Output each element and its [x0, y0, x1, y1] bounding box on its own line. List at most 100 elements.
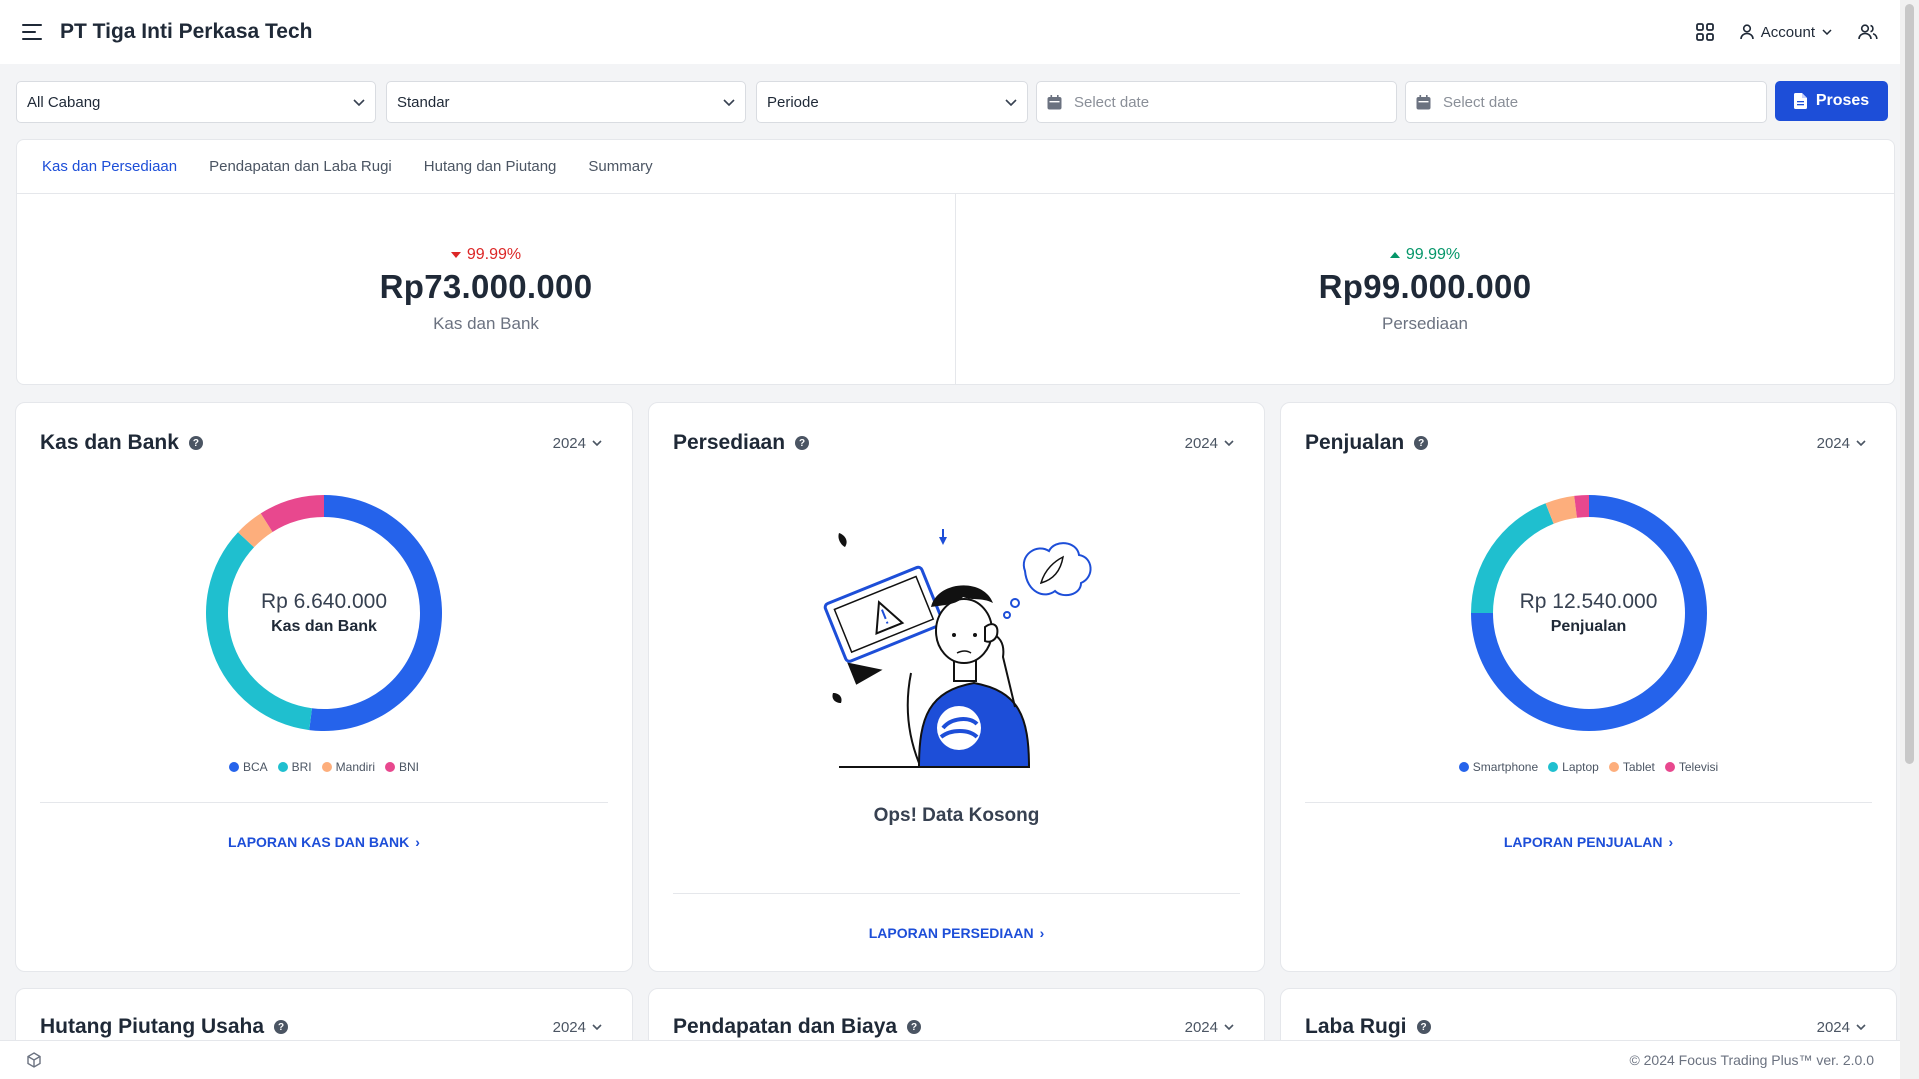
year-select[interactable]: 2024	[553, 435, 602, 452]
report-link-label: LAPORAN PERSEDIAAN	[868, 925, 1034, 941]
help-icon[interactable]: ?	[795, 436, 810, 450]
legend-item-tablet[interactable]: Tablet	[1608, 760, 1655, 774]
branch-select-value: All Cabang	[27, 93, 101, 111]
divider	[673, 893, 1240, 894]
card-title: Penjualan	[1305, 431, 1405, 454]
company-name: PT Tiga Inti Perkasa Tech	[60, 20, 313, 43]
legend-item-smartphone[interactable]: Smartphone	[1458, 760, 1538, 774]
legend-item-laptop[interactable]: Laptop	[1548, 760, 1599, 774]
report-link-label: LAPORAN PENJUALAN	[1503, 834, 1663, 850]
legend-dot	[1664, 762, 1675, 772]
tab-kas-persediaan[interactable]: Kas dan Persediaan	[42, 158, 177, 175]
donut-amount: Rp 6.640.000	[260, 590, 388, 613]
year-value: 2024	[1816, 434, 1850, 452]
report-link-penjualan[interactable]: LAPORAN PENJUALAN ›	[1281, 834, 1896, 850]
year-select[interactable]: 2024	[1817, 435, 1866, 452]
caret-up-icon	[1389, 251, 1400, 258]
period-select-value: Periode	[767, 93, 819, 111]
chevron-right-icon: ›	[415, 834, 420, 850]
chevron-right-icon: ›	[1039, 925, 1045, 941]
legend-label: BCA	[242, 760, 268, 774]
chevron-down-icon	[592, 1024, 602, 1030]
tab-hutang-piutang[interactable]: Hutang dan Piutang	[424, 158, 557, 175]
document-icon	[1793, 93, 1807, 109]
year-value: 2024	[552, 1018, 586, 1036]
tab-bar: Kas dan Persediaan Pendapatan dan Laba R…	[17, 140, 1894, 194]
chevron-down-icon	[1856, 440, 1866, 446]
year-select[interactable]: 2024	[1817, 1019, 1866, 1036]
year-value: 2024	[1184, 1018, 1218, 1036]
report-link-kas-bank[interactable]: LAPORAN KAS DAN BANK ›	[16, 834, 632, 850]
year-select[interactable]: 2024	[1185, 1019, 1234, 1036]
end-date-placeholder: Select date	[1443, 93, 1519, 111]
legend-dot	[277, 762, 288, 772]
divider	[1305, 802, 1872, 803]
legend-dot	[1458, 762, 1469, 772]
year-value: 2024	[1816, 1018, 1850, 1036]
tab-summary[interactable]: Summary	[588, 158, 652, 175]
mode-select-value: Standar	[397, 93, 450, 111]
cube-icon[interactable]	[26, 1052, 42, 1068]
tab-pendapatan-laba-rugi[interactable]: Pendapatan dan Laba Rugi	[209, 158, 392, 175]
end-date-field[interactable]: Select date	[1405, 81, 1767, 123]
metric-persediaan: 99.99% Rp99.000.000 Persediaan	[955, 194, 1894, 385]
process-button-label: Proses	[1815, 92, 1870, 109]
metric-label: Persediaan	[1381, 313, 1468, 333]
divider	[40, 802, 608, 803]
account-menu[interactable]: Account	[1739, 23, 1832, 41]
user-icon	[1739, 24, 1754, 40]
legend-item-televisi[interactable]: Televisi	[1664, 760, 1719, 774]
branch-select[interactable]: All Cabang	[16, 81, 376, 123]
start-date-field[interactable]: Select date	[1036, 81, 1397, 123]
card-title: Laba Rugi	[1305, 1015, 1407, 1038]
donut-chart-kas-bank: Rp 6.640.000 Kas dan Bank	[205, 495, 442, 731]
footer: © 2024 Focus Trading Plus™ ver. 2.0.0	[0, 1040, 1900, 1079]
card-penjualan: Penjualan ? 2024 Rp 12.540.000 Penjualan…	[1280, 402, 1897, 972]
legend-item-bri[interactable]: BRI	[277, 760, 312, 774]
year-select[interactable]: 2024	[553, 1019, 602, 1036]
menu-icon[interactable]	[22, 24, 42, 40]
top-bar: PT Tiga Inti Perkasa Tech Account	[0, 0, 1900, 64]
chevron-down-icon	[592, 440, 602, 446]
chevron-down-icon	[353, 98, 365, 106]
page-scrollbar[interactable]	[1900, 0, 1919, 1079]
card-title: Persediaan	[673, 431, 786, 454]
card-kas-bank: Kas dan Bank ? 2024 Rp 6.640.000 Kas dan…	[15, 402, 633, 972]
copyright-text: © 2024 Focus Trading Plus™ ver. 2.0.0	[1629, 1052, 1874, 1068]
legend-label: Tablet	[1622, 760, 1655, 774]
chevron-down-icon	[1224, 1024, 1234, 1030]
calendar-icon	[1047, 94, 1062, 109]
help-icon[interactable]: ?	[274, 1020, 289, 1034]
account-label: Account	[1760, 23, 1815, 41]
users-icon[interactable]	[1858, 24, 1878, 40]
year-value: 2024	[1184, 434, 1218, 452]
year-select[interactable]: 2024	[1185, 435, 1234, 452]
legend-item-bni[interactable]: BNI	[385, 760, 419, 774]
card-title: Kas dan Bank	[40, 431, 179, 454]
chevron-down-icon	[1005, 98, 1017, 106]
grid-icon[interactable]	[1695, 23, 1714, 41]
chart-legend: Smartphone Laptop Tablet Televisi	[1281, 760, 1896, 774]
legend-item-mandiri[interactable]: Mandiri	[321, 760, 375, 774]
help-icon[interactable]: ?	[907, 1020, 922, 1034]
chart-legend: BCA BRI Mandiri BNI	[16, 760, 632, 774]
legend-item-bca[interactable]: BCA	[228, 760, 268, 774]
help-icon[interactable]: ?	[1416, 1020, 1431, 1034]
period-select[interactable]: Periode	[756, 81, 1028, 123]
legend-dot	[321, 762, 332, 772]
metric-kas-bank: 99.99% Rp73.000.000 Kas dan Bank	[17, 194, 955, 385]
scrollbar-thumb[interactable]	[1905, 4, 1914, 764]
process-button[interactable]: Proses	[1775, 81, 1888, 121]
empty-state-illustration	[823, 529, 1092, 768]
empty-state-text: Ops! Data Kosong	[873, 805, 1040, 826]
chevron-down-icon	[1224, 440, 1234, 446]
help-icon[interactable]: ?	[188, 436, 203, 450]
legend-label: Televisi	[1678, 760, 1719, 774]
filter-bar: All Cabang Standar Periode Select date S…	[16, 81, 1888, 123]
mode-select[interactable]: Standar	[386, 81, 746, 123]
donut-amount: Rp 12.540.000	[1519, 590, 1658, 613]
donut-chart-penjualan: Rp 12.540.000 Penjualan	[1470, 495, 1707, 731]
card-title: Hutang Piutang Usaha	[40, 1015, 265, 1038]
report-link-persediaan[interactable]: LAPORAN PERSEDIAAN ›	[649, 925, 1264, 941]
help-icon[interactable]: ?	[1414, 436, 1429, 450]
